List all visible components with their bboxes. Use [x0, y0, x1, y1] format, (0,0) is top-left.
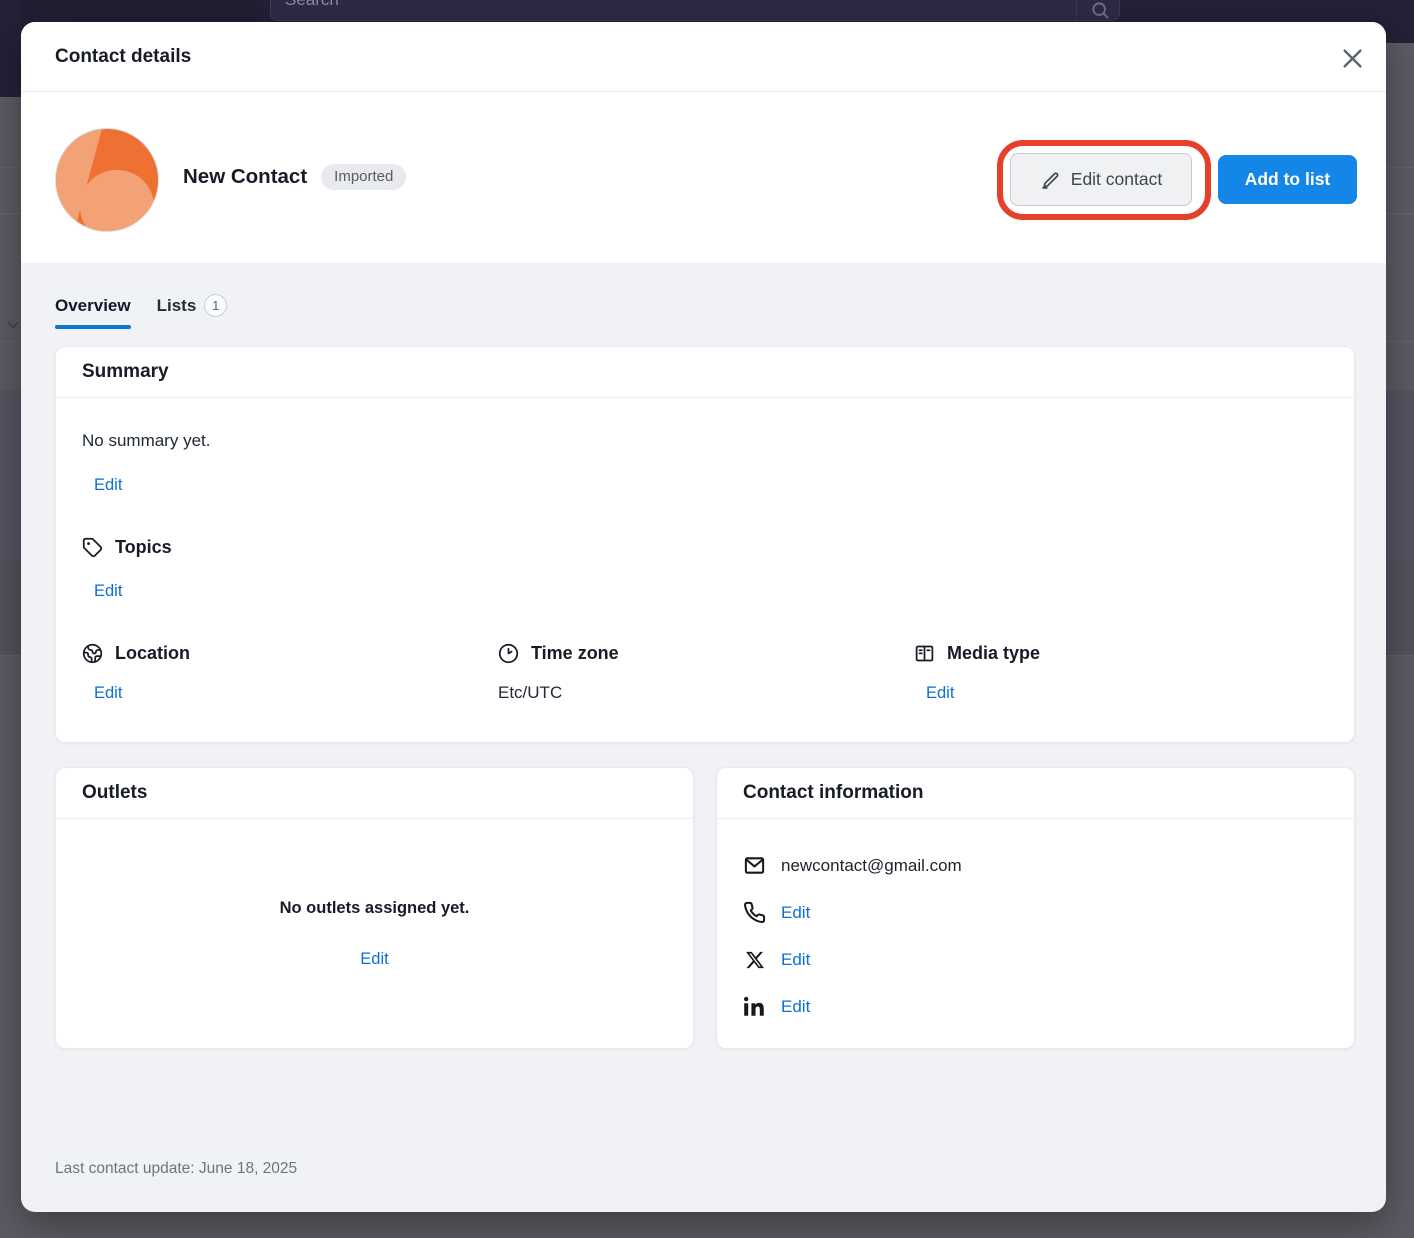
last-update-text: Last contact update: June 18, 2025 — [55, 1160, 297, 1178]
contact-information-header: Contact information — [717, 768, 1354, 819]
tag-icon — [82, 537, 103, 558]
summary-empty-text: No summary yet. — [82, 431, 210, 451]
media-type-attribute: Media type Edit — [914, 643, 1330, 703]
contact-name-row: New Contact Imported — [183, 164, 406, 190]
email-icon — [743, 854, 766, 877]
phone-row: Edit — [743, 889, 1328, 936]
summary-title: Summary — [82, 361, 169, 383]
edit-contact-button[interactable]: Edit contact — [1010, 153, 1192, 206]
email-value: newcontact@gmail.com — [781, 856, 962, 876]
outlets-card: Outlets No outlets assigned yet. Edit — [55, 767, 694, 1049]
outlets-empty-text: No outlets assigned yet. — [280, 899, 470, 918]
location-attribute: Location Edit — [82, 643, 498, 703]
topics-section: Topics — [82, 537, 172, 558]
timezone-value: Etc/UTC — [498, 683, 914, 703]
media-type-icon — [914, 643, 935, 664]
outlets-title: Outlets — [82, 782, 147, 804]
attributes-row: Location Edit Time zone Etc/UTC — [82, 643, 1330, 703]
tab-overview[interactable]: Overview — [55, 294, 131, 329]
linkedin-edit-link[interactable]: Edit — [781, 997, 810, 1017]
phone-edit-link[interactable]: Edit — [781, 903, 810, 923]
search-input — [285, 0, 1045, 10]
timezone-label: Time zone — [531, 643, 619, 664]
global-search-field — [270, 0, 1120, 21]
navbar-left-edge — [0, 0, 21, 97]
summary-edit-link[interactable]: Edit — [94, 476, 122, 495]
edit-contact-label: Edit contact — [1071, 169, 1162, 190]
outlets-empty-state: No outlets assigned yet. Edit — [56, 820, 693, 1048]
topics-edit-link[interactable]: Edit — [94, 582, 122, 601]
contact-information-card: Contact information newcontact@gmail.com… — [716, 767, 1355, 1049]
outlets-edit-link[interactable]: Edit — [360, 950, 388, 969]
search-divider — [1076, 0, 1077, 21]
summary-card-header: Summary — [56, 347, 1354, 398]
timezone-attribute: Time zone Etc/UTC — [498, 643, 914, 703]
tab-lists-label: Lists — [157, 296, 197, 316]
x-icon — [743, 948, 766, 971]
add-to-list-button[interactable]: Add to list — [1218, 155, 1357, 204]
contact-information-body: newcontact@gmail.com Edit Edit Edit — [717, 820, 1354, 1030]
linkedin-icon — [743, 995, 766, 1018]
close-icon — [1339, 45, 1366, 72]
tab-bar: Overview Lists 1 — [55, 294, 227, 329]
location-label: Location — [115, 643, 190, 664]
phone-icon — [743, 901, 766, 924]
tab-lists[interactable]: Lists 1 — [157, 294, 228, 329]
outlets-card-header: Outlets — [56, 768, 693, 819]
globe-icon — [82, 643, 103, 664]
search-icon — [1090, 0, 1110, 20]
modal-header: Contact details — [21, 22, 1386, 92]
contact-information-title: Contact information — [743, 782, 924, 804]
clock-icon — [498, 643, 519, 664]
pencil-icon — [1040, 170, 1060, 190]
summary-card: Summary No summary yet. Edit Topics Edit… — [55, 346, 1355, 743]
contact-hero: New Contact Imported Edit contact Add to… — [21, 92, 1386, 263]
lists-count-badge: 1 — [204, 294, 227, 317]
contact-details-modal: Contact details New Contact Imported Edi… — [21, 22, 1386, 1212]
location-edit-link[interactable]: Edit — [94, 684, 122, 702]
modal-title: Contact details — [55, 46, 191, 68]
tab-overview-label: Overview — [55, 296, 131, 316]
linkedin-row: Edit — [743, 983, 1328, 1030]
email-row: newcontact@gmail.com — [743, 842, 1328, 889]
x-edit-link[interactable]: Edit — [781, 950, 810, 970]
avatar — [55, 128, 159, 232]
imported-badge: Imported — [321, 164, 406, 190]
media-type-label: Media type — [947, 643, 1040, 664]
x-row: Edit — [743, 936, 1328, 983]
contact-name: New Contact — [183, 165, 307, 189]
chevron-down-icon — [4, 316, 22, 334]
topics-label: Topics — [115, 537, 172, 558]
media-type-edit-link[interactable]: Edit — [926, 684, 954, 702]
close-button[interactable] — [1335, 41, 1369, 75]
avatar-shape — [80, 170, 153, 232]
